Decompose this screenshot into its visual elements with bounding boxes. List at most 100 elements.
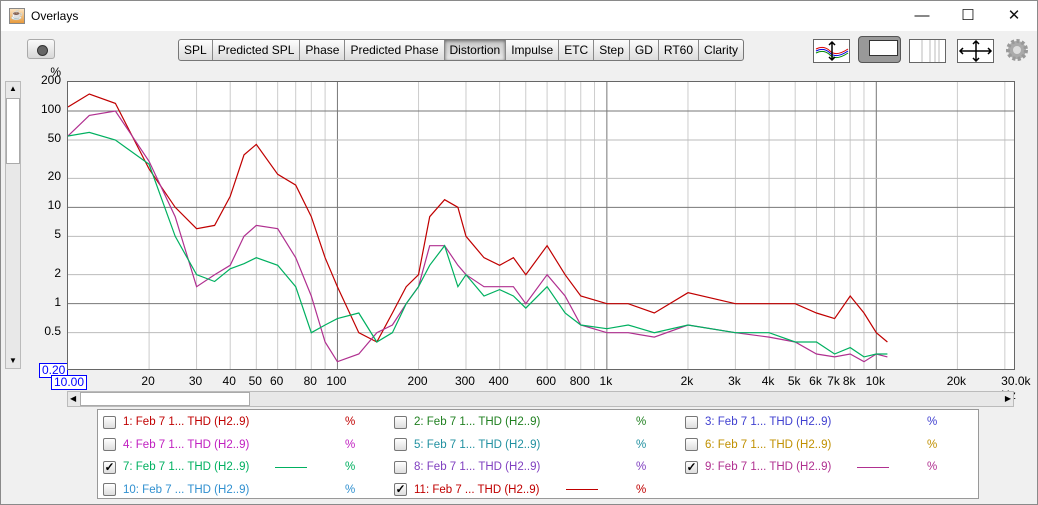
x-tick-label: 6k <box>809 374 822 388</box>
x-tick-label: 800 <box>569 374 590 388</box>
legend-unit: % <box>345 461 356 473</box>
tab-clarity[interactable]: Clarity <box>699 40 743 60</box>
horizontal-scrollbar[interactable]: ◀ ▶ <box>67 391 1014 407</box>
x-tick-label: 50 <box>248 374 262 388</box>
x-tick-label: 60 <box>269 374 284 388</box>
x-min-readout[interactable]: 10.00 <box>51 375 88 390</box>
legend-unit: % <box>927 438 938 451</box>
fit-all-icon[interactable] <box>957 39 994 63</box>
overlay-checkbox[interactable] <box>103 483 116 496</box>
y-tick-label: 50 <box>47 130 61 145</box>
legend-line-swatch <box>275 466 307 468</box>
legend-item: 3: Feb 7 1... THD (H2..9) % <box>685 411 937 433</box>
tab-etc[interactable]: ETC <box>559 40 595 60</box>
legend-line-swatch <box>566 489 598 490</box>
legend-unit: % <box>636 483 647 496</box>
maximize-button[interactable]: ☐ <box>945 1 991 31</box>
gear-icon[interactable] <box>1005 38 1029 62</box>
grid-lines-icon[interactable] <box>909 39 946 63</box>
distortion-plot[interactable] <box>67 81 1015 370</box>
vertical-scale-icon[interactable] <box>813 39 850 63</box>
legend-label: 9: Feb 7 1... THD (H2..9) <box>705 461 832 473</box>
x-tick-label: 8k <box>842 374 856 388</box>
legend-unit: % <box>636 461 647 473</box>
legend-item: 2: Feb 7 1... THD (H2..9) % <box>394 411 646 433</box>
camera-icon[interactable] <box>27 39 55 59</box>
y-tick-label: 200 <box>40 73 61 87</box>
legend-unit: % <box>345 483 356 496</box>
legend-item: ✓ 7: Feb 7 1... THD (H2..9) % <box>103 456 355 478</box>
legend-label: 5: Feb 7 1... THD (H2..9) <box>414 438 541 451</box>
overlay-checkbox[interactable]: ✓ <box>103 460 116 474</box>
legend-item: 4: Feb 7 1... THD (H2..9) % <box>103 434 355 456</box>
overlay-checkbox[interactable] <box>685 438 698 451</box>
legend-item: ✓ 11: Feb 7 ... THD (H2..9) % <box>394 479 646 501</box>
series-line-7 <box>68 131 888 358</box>
legend-item: 8: Feb 7 1... THD (H2..9) % <box>394 456 646 478</box>
legend-item: 10: Feb 7 ... THD (H2..9) % <box>103 479 355 501</box>
x-tick-label: 100 <box>326 374 347 388</box>
legend-unit: % <box>636 416 647 428</box>
tab-distortion[interactable]: Distortion <box>444 40 507 60</box>
x-tick-label: 20 <box>141 374 155 388</box>
legend-item: 6: Feb 7 1... THD (H2..9) % <box>685 434 937 456</box>
x-tick-label: 200 <box>407 374 428 388</box>
zoom-view-icon[interactable] <box>858 36 901 63</box>
legend-line-swatch <box>857 466 889 468</box>
legend-label: 1: Feb 7 1... THD (H2..9) <box>123 416 250 428</box>
close-button[interactable]: ✕ <box>991 1 1037 31</box>
graph-tabs: SPL Predicted SPL Phase Predicted Phase Dist… <box>178 39 745 61</box>
y-tick-label: 5 <box>54 227 61 242</box>
legend-item: ✓ 9: Feb 7 1... THD (H2..9) % <box>685 456 937 478</box>
overlay-checkbox[interactable] <box>103 438 116 451</box>
tab-predicted-spl[interactable]: Predicted SPL <box>213 40 301 60</box>
overlay-checkbox[interactable] <box>103 415 116 429</box>
legend-unit: % <box>345 438 356 451</box>
minimize-button[interactable]: — <box>899 1 945 31</box>
overlay-checkbox[interactable] <box>394 438 407 451</box>
overlay-checkbox[interactable] <box>394 460 407 474</box>
title-bar: ☕ Overlays <box>1 1 1037 31</box>
x-tick-label: 5k <box>787 374 801 388</box>
x-tick-label: 1k <box>599 374 613 388</box>
legend-label: 11: Feb 7 ... THD (H2..9) <box>414 483 540 496</box>
legend-label: 7: Feb 7 1... THD (H2..9) <box>123 461 250 473</box>
overlay-legend: 1: Feb 7 1... THD (H2..9) % 2: Feb 7 1..… <box>97 409 979 499</box>
vertical-scrollbar[interactable]: ▲ ▼ <box>5 81 21 369</box>
legend-label: 3: Feb 7 1... THD (H2..9) <box>705 416 832 428</box>
tab-impulse[interactable]: Impulse <box>506 40 560 60</box>
overlay-checkbox[interactable]: ✓ <box>685 460 698 474</box>
overlay-checkbox[interactable]: ✓ <box>394 483 407 496</box>
tab-rt60[interactable]: RT60 <box>659 40 700 60</box>
x-tick-label: 300 <box>454 374 475 388</box>
legend-item: 1: Feb 7 1... THD (H2..9) % <box>103 411 355 433</box>
tab-phase[interactable]: Phase <box>300 40 346 60</box>
y-tick-label: 10 <box>47 198 61 213</box>
overlay-checkbox[interactable] <box>685 415 698 429</box>
legend-item: 5: Feb 7 1... THD (H2..9) % <box>394 434 646 456</box>
tab-spl[interactable]: SPL <box>179 40 213 60</box>
x-tick-label: 400 <box>488 374 509 388</box>
tab-predicted-phase[interactable]: Predicted Phase <box>345 40 445 60</box>
window-title: Overlays <box>31 9 79 23</box>
legend-unit: % <box>636 438 647 451</box>
legend-unit: % <box>345 416 356 428</box>
x-tick-label: 30 <box>188 374 203 388</box>
x-tick-label: 80 <box>303 374 317 388</box>
series-line-11 <box>68 93 888 343</box>
tab-gd[interactable]: GD <box>630 40 659 60</box>
legend-label: 2: Feb 7 1... THD (H2..9) <box>414 416 541 428</box>
x-tick-label: 3k <box>728 374 741 388</box>
legend-unit: % <box>927 461 938 473</box>
y-tick-label: 20 <box>47 169 61 184</box>
legend-label: 4: Feb 7 1... THD (H2..9) <box>123 438 250 451</box>
overlay-checkbox[interactable] <box>394 415 407 429</box>
x-tick-label: 10k <box>865 374 885 388</box>
tab-step[interactable]: Step <box>594 40 630 60</box>
x-tick-label: 4k <box>761 374 775 388</box>
y-tick-label: 1 <box>54 294 61 309</box>
legend-label: 10: Feb 7 ... THD (H2..9) <box>123 483 250 496</box>
legend-label: 6: Feb 7 1... THD (H2..9) <box>705 438 832 451</box>
x-tick-label: 7k <box>827 374 840 388</box>
y-tick-label: 0.5 <box>44 323 61 338</box>
